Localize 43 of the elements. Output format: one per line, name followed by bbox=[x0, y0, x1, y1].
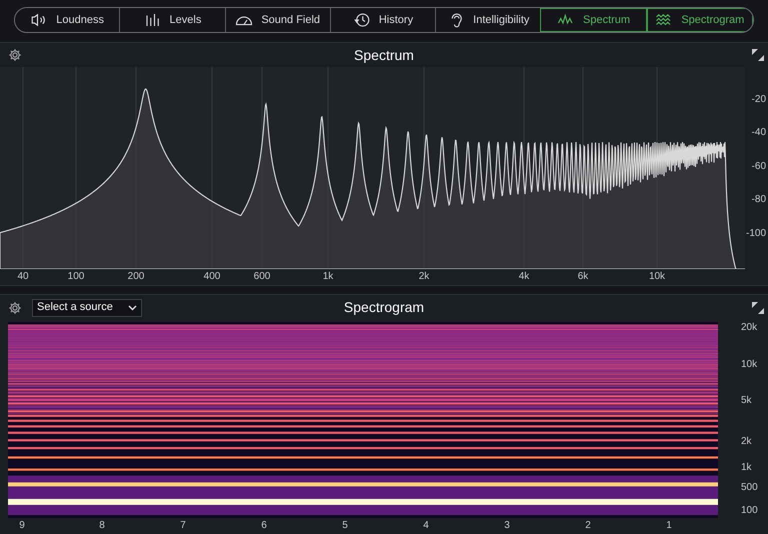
axis-label: -80 bbox=[752, 194, 766, 206]
settings-icon[interactable] bbox=[8, 300, 22, 314]
tab[interactable]: Spectrum bbox=[540, 8, 647, 32]
axis-label: 200 bbox=[128, 271, 144, 283]
axis-label: 10k bbox=[648, 271, 666, 283]
settings-icon[interactable] bbox=[8, 48, 22, 62]
axis-label: 2k bbox=[418, 271, 430, 283]
caret-icon bbox=[128, 304, 137, 310]
axis-label: -60 bbox=[752, 161, 766, 173]
axis-label: 1k bbox=[741, 462, 752, 474]
axis-label: -40 bbox=[752, 127, 766, 139]
axis-label: 2k bbox=[741, 436, 752, 448]
axis-label: 1k bbox=[322, 271, 334, 283]
source-dropdown[interactable]: Select a source bbox=[32, 298, 142, 316]
level-bars-icon bbox=[144, 11, 162, 29]
expand-icon[interactable] bbox=[752, 302, 764, 314]
axis-label: 2 bbox=[585, 520, 591, 532]
axis-label: 7 bbox=[180, 520, 186, 532]
axis-label: 20k bbox=[741, 322, 758, 334]
panel-title: Spectrogram bbox=[344, 298, 424, 317]
axis-label: 3 bbox=[504, 520, 510, 532]
axis-label: 600 bbox=[254, 271, 270, 283]
axis-label: -100 bbox=[746, 228, 766, 240]
axis-label: 40 bbox=[17, 271, 29, 283]
axis-label: 1 bbox=[666, 520, 672, 532]
axis-label: 100 bbox=[68, 271, 84, 283]
panel-title: Spectrum bbox=[354, 46, 414, 65]
tab[interactable]: Spectrogram bbox=[646, 8, 753, 32]
axis-label: 10k bbox=[741, 359, 758, 371]
axis-label: 9 bbox=[19, 520, 25, 532]
axis-label: 5 bbox=[342, 520, 348, 532]
axis-label: 500 bbox=[741, 482, 758, 494]
clock-icon bbox=[352, 11, 371, 29]
axis-label: 4 bbox=[423, 520, 429, 532]
axis-label: 4k bbox=[518, 271, 530, 283]
axis-label: 5k bbox=[741, 395, 752, 407]
axis-label: -20 bbox=[752, 94, 766, 106]
axis-label: 6k bbox=[578, 271, 588, 283]
axis-label: 400 bbox=[204, 271, 220, 283]
axis-label: 8 bbox=[99, 520, 105, 532]
axis-label: 6 bbox=[261, 520, 267, 532]
expand-icon[interactable] bbox=[752, 49, 764, 61]
axis-label: 100 bbox=[741, 505, 758, 517]
